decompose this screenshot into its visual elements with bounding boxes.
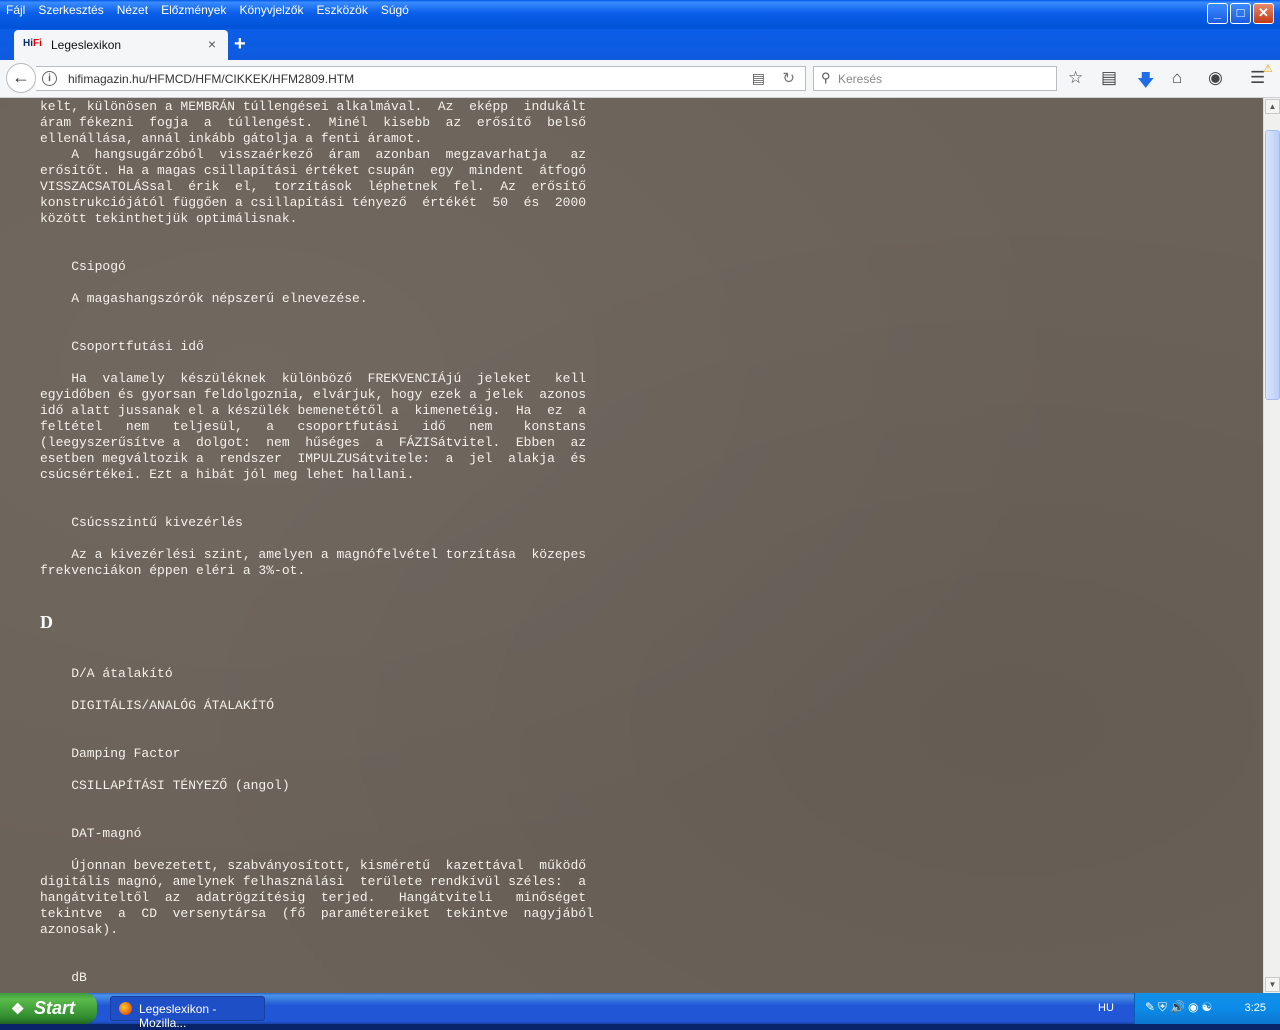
maximize-button[interactable]: □	[1230, 3, 1251, 24]
firefox-icon	[119, 1002, 132, 1015]
menu-file[interactable]: Fájl	[6, 3, 25, 17]
text-block-d-entries: D/A átalakító DIGITÁLIS/ANALÓG ÁTALAKÍTÓ…	[40, 666, 594, 985]
section-letter-d: D	[40, 612, 53, 632]
menu-bar: Fájl Szerkesztés Nézet Előzmények Könyvj…	[0, 0, 1280, 29]
scroll-down-arrow-icon[interactable]: ▼	[1265, 977, 1280, 992]
tab-strip: HiFi Legeslexikon × +	[0, 29, 1280, 60]
hifi-favicon-icon: HiFi	[23, 38, 42, 49]
start-label: Start	[34, 998, 76, 1018]
pocket-icon[interactable]: ◉	[1208, 68, 1223, 88]
tab-legeslexikon[interactable]: HiFi Legeslexikon ×	[14, 30, 228, 60]
close-window-button[interactable]: ✕	[1253, 3, 1274, 24]
bookmark-star-icon[interactable]: ☆	[1068, 68, 1083, 88]
reader-view-icon[interactable]: ▤	[752, 70, 765, 87]
text-block-cs-entries: Csipogó A magashangszórók népszerű elnev…	[40, 259, 587, 578]
search-placeholder[interactable]: Keresés	[838, 72, 882, 86]
menu-bookmarks[interactable]: Könyvjelzők	[239, 3, 303, 17]
tab-title: Legeslexikon	[51, 38, 122, 52]
reload-icon[interactable]: ↻	[782, 69, 795, 87]
text-block-damping: kelt, különösen a MEMBRÁN túllengései al…	[40, 99, 587, 226]
menu-history[interactable]: Előzmények	[161, 3, 226, 17]
site-info-icon[interactable]: i	[42, 71, 57, 86]
taskbar: ❖ Start Legeslexikon - Mozilla... HU ✎⛨🔊…	[0, 993, 1280, 1030]
windows-logo-icon: ❖	[11, 1001, 25, 1018]
taskbar-window-title: Legeslexikon - Mozilla...	[139, 1002, 217, 1030]
system-tray: ✎⛨🔊◉☯ 3:25	[1134, 993, 1280, 1024]
window-controls: _ □ ✕	[1207, 3, 1274, 24]
back-arrow-icon: ←	[12, 67, 30, 87]
back-button[interactable]: ←	[6, 63, 36, 93]
taskbar-firefox-window[interactable]: Legeslexikon - Mozilla...	[110, 996, 265, 1030]
downloads-icon[interactable]: 🡇	[1137, 68, 1154, 97]
menu-view[interactable]: Nézet	[117, 3, 148, 17]
url-bar[interactable]: i hifimagazin.hu/HFMCD/HFM/CIKKEK/HFM280…	[36, 66, 806, 91]
menu-edit[interactable]: Szerkesztés	[38, 3, 103, 17]
language-indicator[interactable]: HU	[1098, 1002, 1114, 1014]
bookmarks-library-icon[interactable]: ▤	[1101, 68, 1117, 88]
tray-icons[interactable]: ✎⛨🔊◉☯	[1145, 1000, 1215, 1015]
menu-help[interactable]: Súgó	[381, 3, 409, 17]
start-button[interactable]: ❖ Start	[0, 993, 97, 1024]
scroll-up-arrow-icon[interactable]: ▲	[1265, 99, 1280, 114]
close-tab-icon[interactable]: ×	[208, 36, 216, 52]
new-tab-button[interactable]: +	[234, 33, 246, 56]
vertical-scrollbar[interactable]: ▲ ▼	[1263, 98, 1280, 993]
warning-icon: ⚠	[1263, 63, 1273, 75]
search-box[interactable]: ⚲ Keresés	[813, 66, 1057, 91]
home-icon[interactable]: ⌂	[1172, 68, 1182, 88]
minimize-button[interactable]: _	[1207, 3, 1228, 24]
scrollbar-thumb[interactable]	[1265, 130, 1280, 400]
navigation-toolbar: ← i hifimagazin.hu/HFMCD/HFM/CIKKEK/HFM2…	[0, 60, 1280, 98]
clock: 3:25	[1244, 1002, 1266, 1014]
url-text[interactable]: hifimagazin.hu/HFMCD/HFM/CIKKEK/HFM2809.…	[68, 72, 354, 86]
page-content: kelt, különösen a MEMBRÁN túllengései al…	[0, 98, 1263, 993]
menu-items: Fájl Szerkesztés Nézet Előzmények Könyvj…	[6, 3, 422, 17]
search-icon: ⚲	[821, 70, 831, 85]
menu-tools[interactable]: Eszközök	[316, 3, 367, 17]
